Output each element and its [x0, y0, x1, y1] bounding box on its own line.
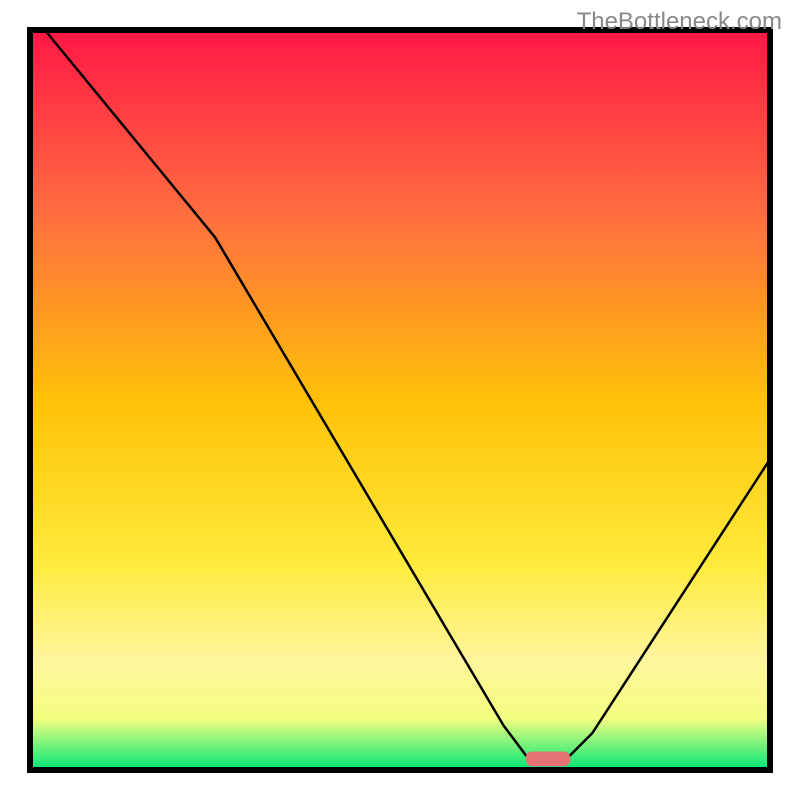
- plot-background: [30, 30, 770, 770]
- chart-svg: [0, 0, 800, 800]
- attribution-label: TheBottleneck.com: [577, 8, 782, 36]
- target-marker: [526, 752, 570, 767]
- chart-root: TheBottleneck.com: [0, 0, 800, 800]
